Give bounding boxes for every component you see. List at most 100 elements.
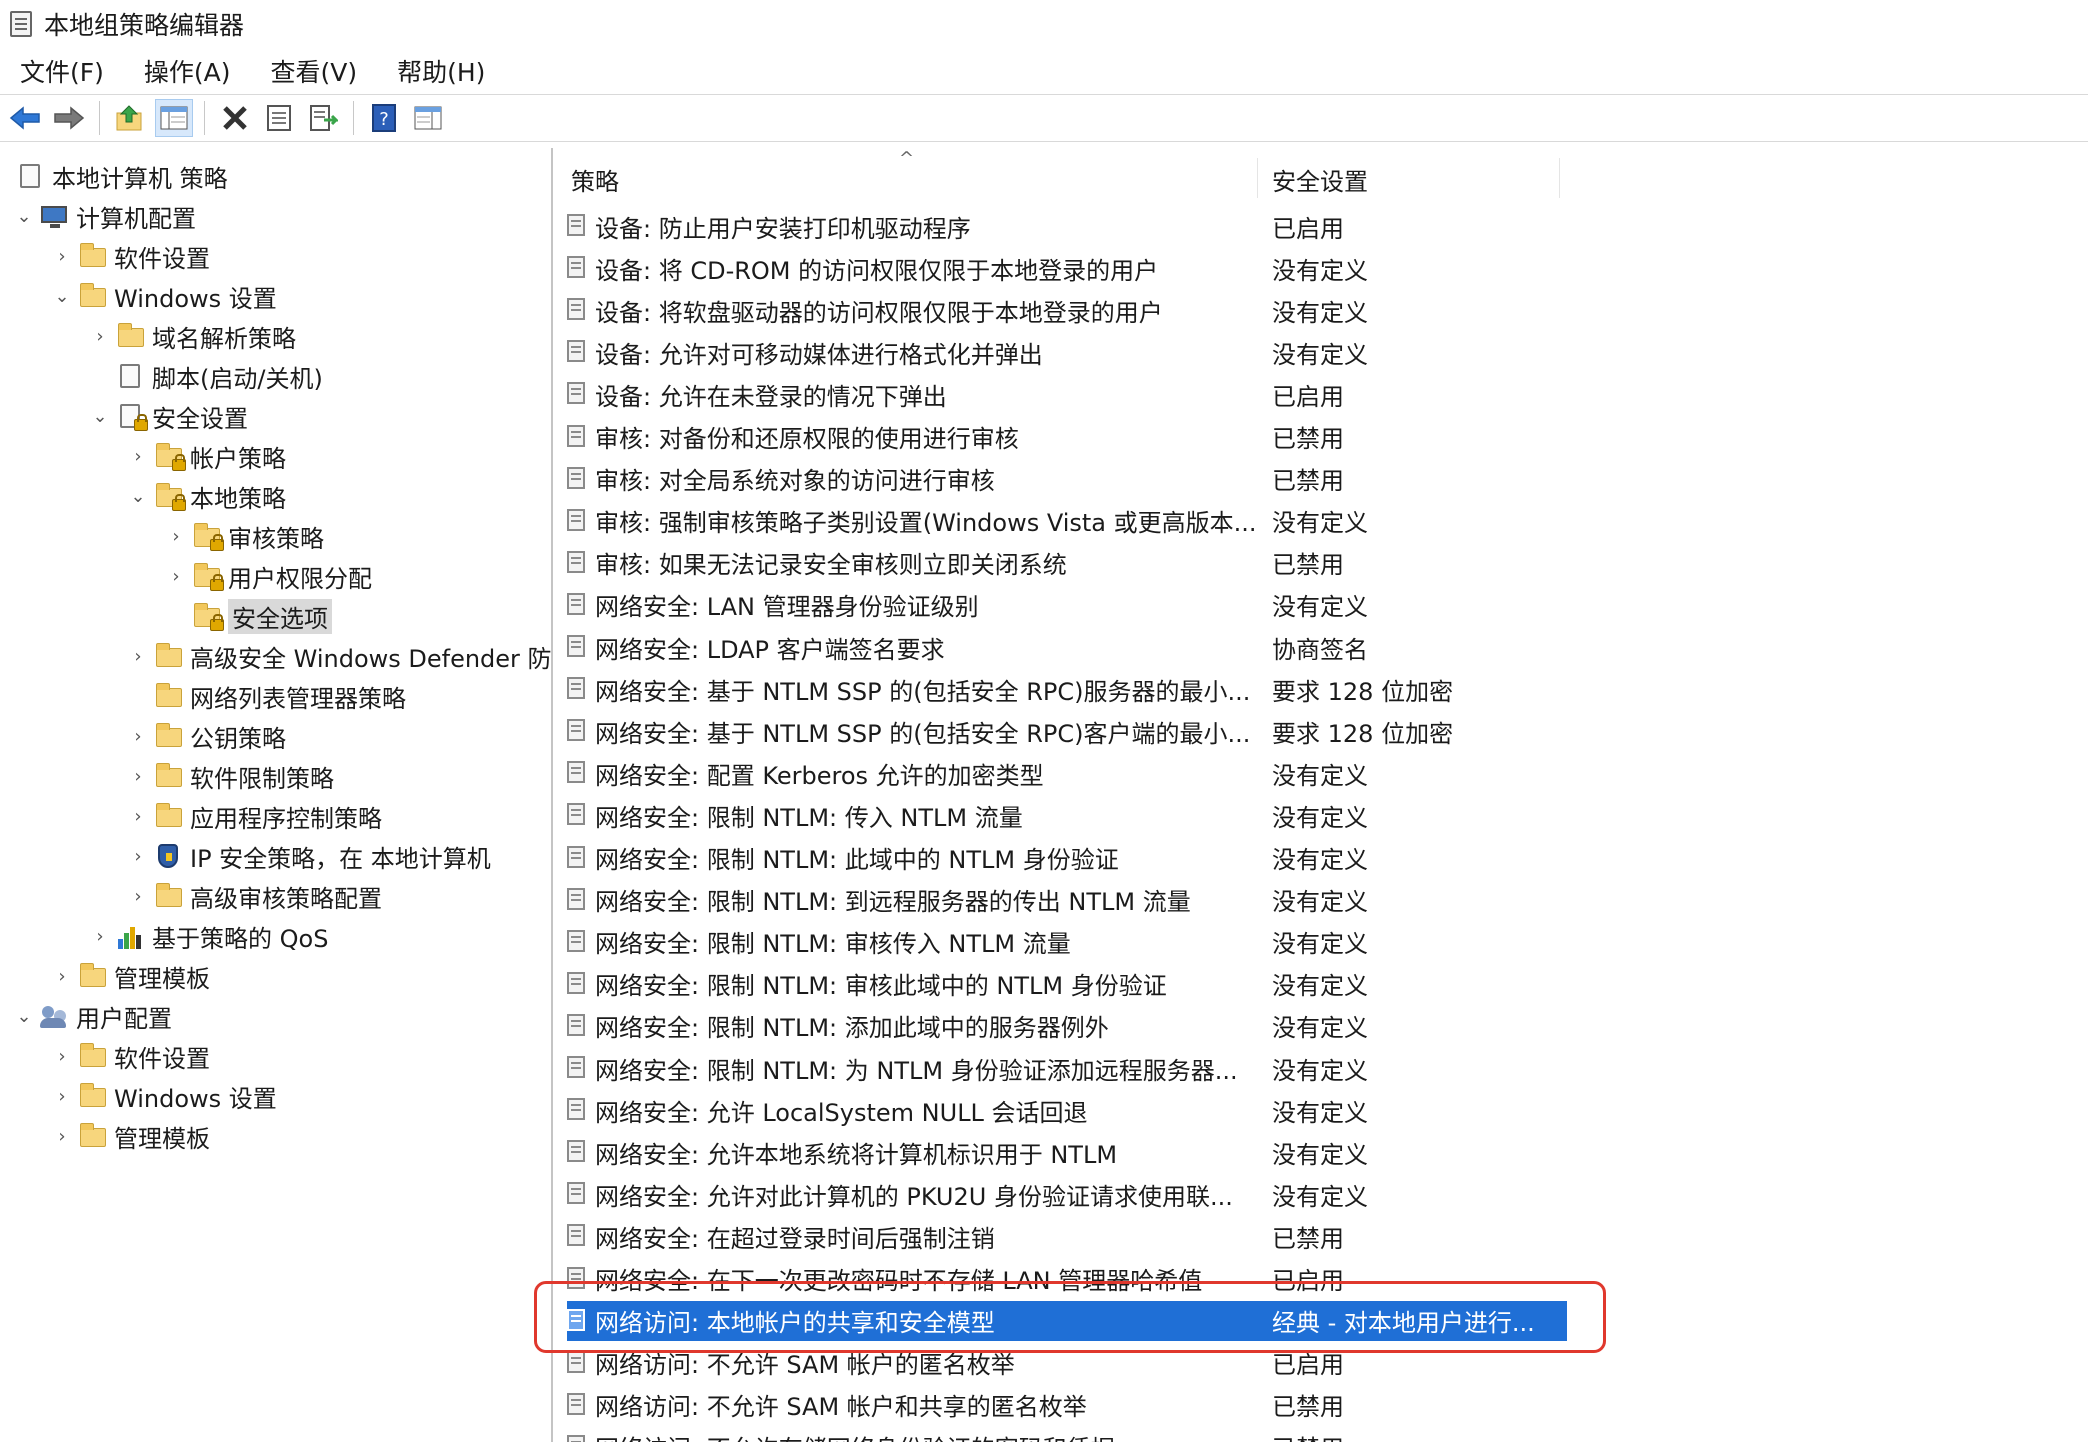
security-setting-value: 没有定义 xyxy=(1272,761,1368,790)
table-row[interactable]: 网络安全: 限制 NTLM: 添加此域中的服务器例外 没有定义 xyxy=(567,1006,1567,1046)
tree-item-policy-based-qos[interactable]: › 基于策略的 QoS xyxy=(90,917,328,955)
tree-item-name-resolution-policy[interactable]: › 域名解析策略 xyxy=(90,317,296,355)
tree-item-scripts[interactable]: 脚本(启动/关机) xyxy=(90,357,323,395)
policy-name: 设备: 允许在未登录的情况下弹出 xyxy=(595,382,947,411)
tree-item-windows-defender-firewall[interactable]: › 高级安全 Windows Defender 防 xyxy=(128,637,551,675)
tree-item-local-computer-policy[interactable]: 本地计算机 策略 xyxy=(10,157,228,195)
chevron-right-icon[interactable]: › xyxy=(128,846,148,867)
delete-button[interactable] xyxy=(216,99,254,137)
table-row[interactable]: 审核: 强制审核策略子类别设置(Windows Vista 或更高版本... 没有… xyxy=(567,501,1567,541)
table-row[interactable]: 网络安全: 限制 NTLM: 为 NTLM 身份验证添加远程服务器... 没有定义 xyxy=(567,1048,1567,1088)
table-row[interactable]: 设备: 允许对可移动媒体进行格式化并弹出 没有定义 xyxy=(567,332,1567,372)
show-hide-console-tree-button[interactable] xyxy=(155,99,193,137)
chevron-down-icon[interactable]: ⌄ xyxy=(128,486,148,507)
chevron-right-icon[interactable]: › xyxy=(52,1086,72,1107)
tree-item-audit-policy[interactable]: › 审核策略 xyxy=(166,517,324,555)
chevron-right-icon[interactable]: › xyxy=(52,1126,72,1147)
properties-button[interactable] xyxy=(260,99,298,137)
table-row[interactable]: 网络访问: 不允许存储网络身份验证的密码和凭据已禁用 xyxy=(567,1427,1567,1442)
up-one-level-button[interactable] xyxy=(111,99,149,137)
tree-item-user-config[interactable]: ⌄ 用户配置 xyxy=(14,997,172,1035)
table-row[interactable]: 设备: 允许在未登录的情况下弹出 已启用 xyxy=(567,374,1567,414)
chevron-down-icon[interactable]: ⌄ xyxy=(52,286,72,307)
tree-item-user-rights-assignment[interactable]: › 用户权限分配 xyxy=(166,557,372,595)
table-row[interactable]: 网络安全: LAN 管理器身份验证级别 没有定义 xyxy=(567,585,1567,625)
table-row[interactable]: 网络安全: 限制 NTLM: 传入 NTLM 流量 没有定义 xyxy=(567,795,1567,835)
tree-item-windows-settings[interactable]: ⌄ Windows 设置 xyxy=(52,277,277,315)
security-setting-value: 没有定义 xyxy=(1272,298,1368,327)
tree-item-advanced-audit[interactable]: › 高级审核策略配置 xyxy=(128,877,382,915)
chevron-right-icon[interactable]: › xyxy=(90,926,110,947)
chevron-right-icon[interactable]: › xyxy=(128,806,148,827)
table-row[interactable]: 网络安全: 限制 NTLM: 审核传入 NTLM 流量 没有定义 xyxy=(567,922,1567,962)
table-row[interactable]: 网络访问: 不允许 SAM 帐户和共享的匿名枚举 已禁用 xyxy=(567,1385,1567,1425)
chevron-right-icon[interactable]: › xyxy=(166,526,186,547)
table-row[interactable]: 审核: 对备份和还原权限的使用进行审核 已禁用 xyxy=(567,417,1567,457)
chevron-right-icon[interactable]: › xyxy=(128,726,148,747)
chevron-right-icon[interactable]: › xyxy=(52,966,72,987)
policy-setting-icon xyxy=(567,1434,589,1442)
policy-setting-icon xyxy=(567,634,589,660)
table-row[interactable]: 网络安全: 限制 NTLM: 审核此域中的 NTLM 身份验证 没有定义 xyxy=(567,964,1567,1004)
column-header-policy[interactable]: 策略 xyxy=(571,162,619,197)
menu-action[interactable]: 操作(A) xyxy=(124,53,251,89)
menu-help[interactable]: 帮助(H) xyxy=(377,53,505,89)
table-row[interactable]: 网络安全: LDAP 客户端签名要求 协商签名 xyxy=(567,627,1567,667)
export-list-button[interactable] xyxy=(304,99,342,137)
table-row[interactable]: 网络安全: 配置 Kerberos 允许的加密类型 没有定义 xyxy=(567,753,1567,793)
tree-item-public-key-policies[interactable]: › 公钥策略 xyxy=(128,717,286,755)
column-header-security-setting[interactable]: 安全设置 xyxy=(1272,162,1368,197)
menu-file[interactable]: 文件(F) xyxy=(0,53,124,89)
chevron-right-icon[interactable]: › xyxy=(128,766,148,787)
tree-item-admin-templates[interactable]: › 管理模板 xyxy=(52,957,210,995)
security-setting-value: 没有定义 xyxy=(1272,888,1368,917)
table-row[interactable]: 设备: 防止用户安装打印机驱动程序 已启用 xyxy=(567,206,1567,246)
tree-item-security-options[interactable]: 安全选项 xyxy=(166,597,332,635)
tree-item-local-policies[interactable]: ⌄ 本地策略 xyxy=(128,477,286,515)
table-row[interactable]: 审核: 如果无法记录安全审核则立即关闭系统 已禁用 xyxy=(567,543,1567,583)
table-row[interactable]: 网络安全: 限制 NTLM: 此域中的 NTLM 身份验证 没有定义 xyxy=(567,838,1567,878)
tree-item-network-list-manager[interactable]: 网络列表管理器策略 xyxy=(128,677,406,715)
back-button[interactable] xyxy=(6,99,44,137)
table-row[interactable]: 网络安全: 允许 LocalSystem NULL 会话回退 没有定义 xyxy=(567,1090,1567,1130)
table-row[interactable]: 网络安全: 允许本地系统将计算机标识用于 NTLM 没有定义 xyxy=(567,1132,1567,1172)
tree-item-application-control[interactable]: › 应用程序控制策略 xyxy=(128,797,382,835)
table-row[interactable]: 设备: 将 CD-ROM 的访问权限仅限于本地登录的用户 没有定义 xyxy=(567,248,1567,288)
security-setting-value: 已启用 xyxy=(1272,382,1344,411)
column-divider[interactable] xyxy=(1559,158,1560,198)
menu-view[interactable]: 查看(V) xyxy=(251,53,378,89)
help-button[interactable]: ? xyxy=(365,99,403,137)
policy-setting-icon xyxy=(567,550,589,576)
tree-item-account-policies[interactable]: › 帐户策略 xyxy=(128,437,286,475)
tree-item-software-restriction[interactable]: › 软件限制策略 xyxy=(128,757,334,795)
chevron-right-icon[interactable]: › xyxy=(128,886,148,907)
table-row[interactable]: 网络安全: 基于 NTLM SSP 的(包括安全 RPC)服务器的最小... 要求… xyxy=(567,669,1567,709)
chevron-right-icon[interactable]: › xyxy=(166,566,186,587)
chevron-right-icon[interactable]: › xyxy=(128,646,148,667)
tree-item-security-settings[interactable]: ⌄ 安全设置 xyxy=(90,397,248,435)
forward-button[interactable] xyxy=(50,99,88,137)
tree-item-user-windows-settings[interactable]: › Windows 设置 xyxy=(52,1077,277,1115)
folder-icon xyxy=(78,963,108,989)
table-row[interactable]: 设备: 将软盘驱动器的访问权限仅限于本地登录的用户 没有定义 xyxy=(567,290,1567,330)
tree-item-user-admin-templates[interactable]: › 管理模板 xyxy=(52,1117,210,1155)
chevron-right-icon[interactable]: › xyxy=(52,246,72,267)
chevron-right-icon[interactable]: › xyxy=(52,1046,72,1067)
chevron-right-icon[interactable]: › xyxy=(128,446,148,467)
table-row[interactable]: 审核: 对全局系统对象的访问进行审核 已禁用 xyxy=(567,459,1567,499)
tree-item-software-settings[interactable]: › 软件设置 xyxy=(52,237,210,275)
table-row[interactable]: 网络安全: 限制 NTLM: 到远程服务器的传出 NTLM 流量 没有定义 xyxy=(567,880,1567,920)
tree-item-ip-security[interactable]: › IP 安全策略，在 本地计算机 xyxy=(128,837,491,875)
chevron-down-icon[interactable]: ⌄ xyxy=(90,406,110,427)
tree-item-computer-config[interactable]: ⌄ 计算机配置 xyxy=(14,197,196,235)
column-divider[interactable] xyxy=(1257,158,1258,198)
show-action-pane-button[interactable] xyxy=(409,99,447,137)
table-row[interactable]: 网络安全: 允许对此计算机的 PKU2U 身份验证请求使用联... 没有定义 xyxy=(567,1174,1567,1214)
chevron-right-icon[interactable]: › xyxy=(90,326,110,347)
chevron-down-icon[interactable]: ⌄ xyxy=(14,1006,34,1027)
help-icon: ? xyxy=(372,104,396,132)
table-row[interactable]: 网络安全: 在超过登录时间后强制注销 已禁用 xyxy=(567,1216,1567,1256)
table-row[interactable]: 网络安全: 基于 NTLM SSP 的(包括安全 RPC)客户端的最小... 要求… xyxy=(567,711,1567,751)
chevron-down-icon[interactable]: ⌄ xyxy=(14,206,34,227)
tree-item-user-software-settings[interactable]: › 软件设置 xyxy=(52,1037,210,1075)
